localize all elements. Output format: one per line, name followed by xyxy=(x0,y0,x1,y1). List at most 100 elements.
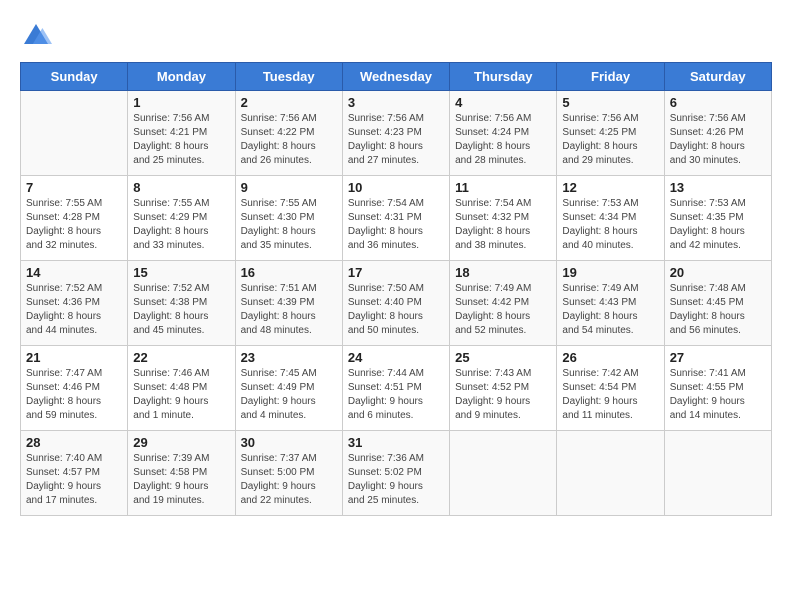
calendar-week-1: 1Sunrise: 7:56 AM Sunset: 4:21 PM Daylig… xyxy=(21,91,772,176)
calendar-cell xyxy=(557,431,664,516)
day-info: Sunrise: 7:44 AM Sunset: 4:51 PM Dayligh… xyxy=(348,367,444,423)
day-info: Sunrise: 7:51 AM Sunset: 4:39 PM Dayligh… xyxy=(241,282,337,338)
logo xyxy=(20,20,56,52)
day-info: Sunrise: 7:55 AM Sunset: 4:28 PM Dayligh… xyxy=(26,197,122,253)
day-number: 29 xyxy=(133,435,229,450)
calendar-cell: 9 Sunrise: 7:55 AM Sunset: 4:30 PM Daylig… xyxy=(235,176,342,261)
calendar-cell xyxy=(664,431,771,516)
day-info: Sunrise: 7:42 AM Sunset: 4:54 PM Dayligh… xyxy=(562,367,658,423)
day-number: 4 xyxy=(455,95,551,110)
calendar-cell: 30Sunrise: 7:37 AM Sunset: 5:00 PM Dayli… xyxy=(235,431,342,516)
calendar-cell: 28 Sunrise: 7:40 AM Sunset: 4:57 PM Dayli… xyxy=(21,431,128,516)
page-header xyxy=(20,20,772,52)
day-info: Sunrise: 7:46 AM Sunset: 4:48 PM Dayligh… xyxy=(133,367,229,423)
day-number: 13 xyxy=(670,180,766,195)
day-info: Sunrise: 7:54 AM Sunset: 4:31 PM Dayligh… xyxy=(348,197,444,253)
day-info: Sunrise: 7:47 AM Sunset: 4:46 PM Dayligh… xyxy=(26,367,122,423)
day-number: 5 xyxy=(562,95,658,110)
day-info: Sunrise: 7:52 AM Sunset: 4:36 PM Dayligh… xyxy=(26,282,122,338)
calendar-week-2: 7 Sunrise: 7:55 AM Sunset: 4:28 PM Daylig… xyxy=(21,176,772,261)
day-number: 10 xyxy=(348,180,444,195)
calendar-cell: 12Sunrise: 7:53 AM Sunset: 4:34 PM Dayli… xyxy=(557,176,664,261)
day-info: Sunrise: 7:56 AM Sunset: 4:23 PM Dayligh… xyxy=(348,112,444,168)
day-number: 21 xyxy=(26,350,122,365)
weekday-header-monday: Monday xyxy=(128,63,235,91)
calendar-cell: 31Sunrise: 7:36 AM Sunset: 5:02 PM Dayli… xyxy=(342,431,449,516)
calendar-cell: 11 Sunrise: 7:54 AM Sunset: 4:32 PM Dayli… xyxy=(450,176,557,261)
day-number: 30 xyxy=(241,435,337,450)
day-number: 9 xyxy=(241,180,337,195)
day-number: 3 xyxy=(348,95,444,110)
weekday-header-thursday: Thursday xyxy=(450,63,557,91)
day-number: 16 xyxy=(241,265,337,280)
day-info: Sunrise: 7:50 AM Sunset: 4:40 PM Dayligh… xyxy=(348,282,444,338)
day-info: Sunrise: 7:56 AM Sunset: 4:24 PM Dayligh… xyxy=(455,112,551,168)
calendar-cell: 1Sunrise: 7:56 AM Sunset: 4:21 PM Daylig… xyxy=(128,91,235,176)
day-number: 26 xyxy=(562,350,658,365)
calendar-cell: 3 Sunrise: 7:56 AM Sunset: 4:23 PM Daylig… xyxy=(342,91,449,176)
day-number: 20 xyxy=(670,265,766,280)
logo-icon xyxy=(20,20,52,52)
calendar-cell: 22 Sunrise: 7:46 AM Sunset: 4:48 PM Dayli… xyxy=(128,346,235,431)
day-info: Sunrise: 7:49 AM Sunset: 4:42 PM Dayligh… xyxy=(455,282,551,338)
calendar-cell: 2 Sunrise: 7:56 AM Sunset: 4:22 PM Daylig… xyxy=(235,91,342,176)
weekday-header-wednesday: Wednesday xyxy=(342,63,449,91)
calendar-cell: 20 Sunrise: 7:48 AM Sunset: 4:45 PM Dayli… xyxy=(664,261,771,346)
day-info: Sunrise: 7:54 AM Sunset: 4:32 PM Dayligh… xyxy=(455,197,551,253)
calendar-cell: 13Sunrise: 7:53 AM Sunset: 4:35 PM Dayli… xyxy=(664,176,771,261)
day-info: Sunrise: 7:52 AM Sunset: 4:38 PM Dayligh… xyxy=(133,282,229,338)
weekday-header-saturday: Saturday xyxy=(664,63,771,91)
day-number: 14 xyxy=(26,265,122,280)
day-number: 22 xyxy=(133,350,229,365)
day-number: 23 xyxy=(241,350,337,365)
day-number: 27 xyxy=(670,350,766,365)
day-number: 6 xyxy=(670,95,766,110)
day-number: 11 xyxy=(455,180,551,195)
calendar-header-row: SundayMondayTuesdayWednesdayThursdayFrid… xyxy=(21,63,772,91)
day-info: Sunrise: 7:56 AM Sunset: 4:21 PM Dayligh… xyxy=(133,112,229,168)
calendar-cell: 8 Sunrise: 7:55 AM Sunset: 4:29 PM Daylig… xyxy=(128,176,235,261)
day-info: Sunrise: 7:48 AM Sunset: 4:45 PM Dayligh… xyxy=(670,282,766,338)
day-info: Sunrise: 7:40 AM Sunset: 4:57 PM Dayligh… xyxy=(26,452,122,508)
calendar-cell: 24 Sunrise: 7:44 AM Sunset: 4:51 PM Dayli… xyxy=(342,346,449,431)
day-number: 28 xyxy=(26,435,122,450)
day-info: Sunrise: 7:41 AM Sunset: 4:55 PM Dayligh… xyxy=(670,367,766,423)
day-info: Sunrise: 7:56 AM Sunset: 4:25 PM Dayligh… xyxy=(562,112,658,168)
calendar-cell: 25 Sunrise: 7:43 AM Sunset: 4:52 PM Dayli… xyxy=(450,346,557,431)
weekday-header-sunday: Sunday xyxy=(21,63,128,91)
calendar-table: SundayMondayTuesdayWednesdayThursdayFrid… xyxy=(20,62,772,516)
day-info: Sunrise: 7:53 AM Sunset: 4:34 PM Dayligh… xyxy=(562,197,658,253)
calendar-week-3: 14 Sunrise: 7:52 AM Sunset: 4:36 PM Dayli… xyxy=(21,261,772,346)
day-number: 24 xyxy=(348,350,444,365)
calendar-cell: 4 Sunrise: 7:56 AM Sunset: 4:24 PM Daylig… xyxy=(450,91,557,176)
day-number: 31 xyxy=(348,435,444,450)
day-info: Sunrise: 7:55 AM Sunset: 4:29 PM Dayligh… xyxy=(133,197,229,253)
day-number: 15 xyxy=(133,265,229,280)
weekday-header-tuesday: Tuesday xyxy=(235,63,342,91)
calendar-cell: 21 Sunrise: 7:47 AM Sunset: 4:46 PM Dayli… xyxy=(21,346,128,431)
day-info: Sunrise: 7:43 AM Sunset: 4:52 PM Dayligh… xyxy=(455,367,551,423)
calendar-cell: 10 Sunrise: 7:54 AM Sunset: 4:31 PM Dayli… xyxy=(342,176,449,261)
day-info: Sunrise: 7:56 AM Sunset: 4:22 PM Dayligh… xyxy=(241,112,337,168)
day-number: 18 xyxy=(455,265,551,280)
day-number: 7 xyxy=(26,180,122,195)
day-number: 17 xyxy=(348,265,444,280)
day-number: 2 xyxy=(241,95,337,110)
day-number: 25 xyxy=(455,350,551,365)
calendar-cell: 6Sunrise: 7:56 AM Sunset: 4:26 PM Daylig… xyxy=(664,91,771,176)
day-info: Sunrise: 7:55 AM Sunset: 4:30 PM Dayligh… xyxy=(241,197,337,253)
calendar-cell: 29 Sunrise: 7:39 AM Sunset: 4:58 PM Dayli… xyxy=(128,431,235,516)
calendar-cell: 19Sunrise: 7:49 AM Sunset: 4:43 PM Dayli… xyxy=(557,261,664,346)
day-number: 19 xyxy=(562,265,658,280)
day-number: 8 xyxy=(133,180,229,195)
calendar-cell xyxy=(21,91,128,176)
calendar-cell: 14 Sunrise: 7:52 AM Sunset: 4:36 PM Dayli… xyxy=(21,261,128,346)
calendar-cell: 17 Sunrise: 7:50 AM Sunset: 4:40 PM Dayli… xyxy=(342,261,449,346)
calendar-cell: 5 Sunrise: 7:56 AM Sunset: 4:25 PM Daylig… xyxy=(557,91,664,176)
calendar-cell: 15 Sunrise: 7:52 AM Sunset: 4:38 PM Dayli… xyxy=(128,261,235,346)
day-info: Sunrise: 7:45 AM Sunset: 4:49 PM Dayligh… xyxy=(241,367,337,423)
day-info: Sunrise: 7:39 AM Sunset: 4:58 PM Dayligh… xyxy=(133,452,229,508)
calendar-week-4: 21 Sunrise: 7:47 AM Sunset: 4:46 PM Dayli… xyxy=(21,346,772,431)
calendar-cell: 23 Sunrise: 7:45 AM Sunset: 4:49 PM Dayli… xyxy=(235,346,342,431)
calendar-cell: 26 Sunrise: 7:42 AM Sunset: 4:54 PM Dayli… xyxy=(557,346,664,431)
